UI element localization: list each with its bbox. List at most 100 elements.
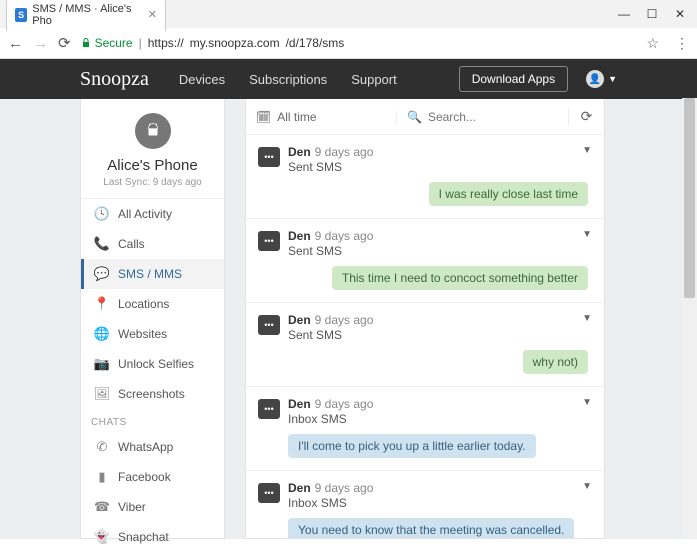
- app-header: Snoopza Devices Subscriptions Support Do…: [0, 59, 697, 99]
- chats-heading: CHATS: [81, 409, 224, 432]
- secure-label: Secure: [95, 36, 133, 50]
- chevron-down-icon[interactable]: ▼: [582, 313, 592, 324]
- nav-subscriptions[interactable]: Subscriptions: [249, 72, 327, 87]
- message-time: 9 days ago: [315, 145, 374, 159]
- camera-icon: 📷: [94, 356, 110, 372]
- sms-icon: •••: [258, 147, 280, 167]
- sidebar-item-label: WhatsApp: [118, 440, 173, 454]
- window-close-icon[interactable]: ✕: [673, 7, 687, 21]
- sidebar-item-facebook[interactable]: ▮ Facebook: [81, 462, 224, 492]
- user-menu[interactable]: 👤 ▼: [586, 70, 617, 88]
- sidebar-item-label: Screenshots: [118, 387, 185, 401]
- message-direction: Sent SMS: [288, 160, 373, 174]
- snapchat-icon: 👻: [94, 529, 110, 545]
- user-icon: 👤: [586, 70, 604, 88]
- message-block: •••Den9 days agoInbox SMS▼You need to kn…: [246, 471, 604, 538]
- chevron-down-icon[interactable]: ▼: [582, 397, 592, 408]
- message-block: ••• Den 9 days agoSent SMS ▼ I was really cl…: [246, 135, 604, 219]
- search-icon: 🔍: [407, 110, 422, 124]
- sms-icon: 💬: [94, 266, 110, 282]
- tab-title: SMS / MMS · Alice's Pho: [32, 3, 139, 27]
- sidebar-item-calls[interactable]: 📞 Calls: [81, 229, 224, 259]
- globe-icon: 🌐: [94, 326, 110, 342]
- sidebar-item-unlock-selfies[interactable]: 📷Unlock Selfies: [81, 349, 224, 379]
- close-icon[interactable]: ✕: [148, 8, 157, 21]
- calendar-icon: 🗓: [256, 110, 271, 124]
- toolbar: 🗓 All time 🔍 ⟳: [246, 99, 604, 135]
- chevron-down-icon[interactable]: ▼: [582, 481, 592, 492]
- reload-button[interactable]: ⟳: [58, 34, 71, 52]
- url-path: /d/178/sms: [286, 36, 345, 50]
- message-time: 9 days ago: [315, 313, 374, 327]
- message-bubble: why not): [523, 350, 588, 374]
- message-block: •••Den9 days agoSent SMS▼This time I nee…: [246, 219, 604, 303]
- sidebar-item-sms-mms[interactable]: 💬 SMS / MMS: [81, 259, 224, 289]
- pin-icon: 📍: [94, 296, 110, 312]
- message-time: 9 days ago: [315, 229, 374, 243]
- sidebar-item-whatsapp[interactable]: ✆ WhatsApp: [81, 432, 224, 462]
- sidebar-item-label: Viber: [118, 500, 146, 514]
- browser-menu-icon[interactable]: ⋮: [675, 35, 689, 52]
- sidebar-item-label: Calls: [118, 237, 145, 251]
- time-filter[interactable]: 🗓 All time: [246, 110, 396, 124]
- sidebar-item-label: Websites: [118, 327, 167, 341]
- sidebar-item-snapchat[interactable]: 👻 Snapchat: [81, 522, 224, 552]
- sidebar-item-all-activity[interactable]: 🕓All Activity: [81, 199, 224, 229]
- sms-icon: •••: [258, 399, 280, 419]
- chevron-down-icon[interactable]: ▼: [582, 145, 592, 156]
- nav-devices[interactable]: Devices: [179, 72, 225, 87]
- secure-badge: Secure: [81, 36, 133, 50]
- message-time: 9 days ago: [315, 397, 374, 411]
- message-direction: Inbox SMS: [288, 496, 373, 510]
- sidebar-item-viber[interactable]: ☎ Viber: [81, 492, 224, 522]
- scrollbar-thumb[interactable]: [684, 98, 695, 298]
- message-bubble: This time I need to concoct something be…: [332, 266, 588, 290]
- sidebar-item-locations[interactable]: 📍Locations: [81, 289, 224, 319]
- viber-icon: ☎: [94, 499, 110, 515]
- lock-icon: [81, 38, 91, 48]
- window-minimize-icon[interactable]: —: [617, 7, 631, 21]
- sms-icon: •••: [258, 231, 280, 251]
- bookmark-star-icon[interactable]: ☆: [646, 35, 659, 52]
- device-header: Alice's Phone Last Sync: 9 days ago: [81, 99, 224, 199]
- window-maximize-icon[interactable]: ☐: [645, 7, 659, 21]
- back-button[interactable]: ←: [8, 35, 23, 52]
- whatsapp-icon: ✆: [94, 439, 110, 455]
- logo[interactable]: Snoopza: [80, 68, 149, 91]
- clock-icon: 🕓: [94, 206, 110, 222]
- sidebar-item-websites[interactable]: 🌐 Websites: [81, 319, 224, 349]
- phone-icon: 📞: [94, 236, 110, 252]
- sidebar-item-screenshots[interactable]: 🖼Screenshots: [81, 379, 224, 409]
- nav-support[interactable]: Support: [351, 72, 397, 87]
- message-bubble: I was really close last time: [429, 182, 588, 206]
- chevron-down-icon[interactable]: ▼: [582, 229, 592, 240]
- message-direction: Sent SMS: [288, 328, 373, 342]
- device-sync: Last Sync: 9 days ago: [89, 177, 216, 188]
- message-bubble: I'll come to pick you up a little earlie…: [288, 434, 536, 458]
- sidebar-item-label: Snapchat: [118, 530, 169, 544]
- sms-icon: •••: [258, 483, 280, 503]
- filter-label: All time: [277, 110, 316, 124]
- search-input[interactable]: [428, 110, 558, 124]
- contact-name: Den: [288, 313, 311, 327]
- url-protocol: https://: [148, 36, 184, 50]
- browser-tab[interactable]: S SMS / MMS · Alice's Pho ✕: [6, 0, 166, 31]
- search-box[interactable]: 🔍: [396, 110, 568, 124]
- device-name: Alice's Phone: [89, 157, 216, 174]
- favicon-icon: S: [15, 8, 27, 22]
- refresh-button[interactable]: ⟳: [568, 108, 604, 125]
- chevron-down-icon: ▼: [608, 74, 617, 84]
- address-bar[interactable]: Secure | https://my.snoopza.com/d/178/sm…: [81, 35, 659, 52]
- contact-name: Den: [288, 397, 311, 411]
- contact-name: Den: [288, 145, 311, 159]
- download-apps-button[interactable]: Download Apps: [459, 66, 568, 92]
- sidebar-item-label: SMS / MMS: [118, 267, 182, 281]
- facebook-icon: ▮: [94, 469, 110, 485]
- forward-button[interactable]: →: [33, 35, 48, 52]
- sms-icon: •••: [258, 315, 280, 335]
- sidebar: Alice's Phone Last Sync: 9 days ago 🕓All…: [80, 99, 225, 539]
- message-block: ••• Den 9 days agoSent SMS ▼ why not): [246, 303, 604, 387]
- message-time: 9 days ago: [315, 481, 374, 495]
- url-host: my.snoopza.com: [190, 36, 280, 50]
- sidebar-item-label: Facebook: [118, 470, 171, 484]
